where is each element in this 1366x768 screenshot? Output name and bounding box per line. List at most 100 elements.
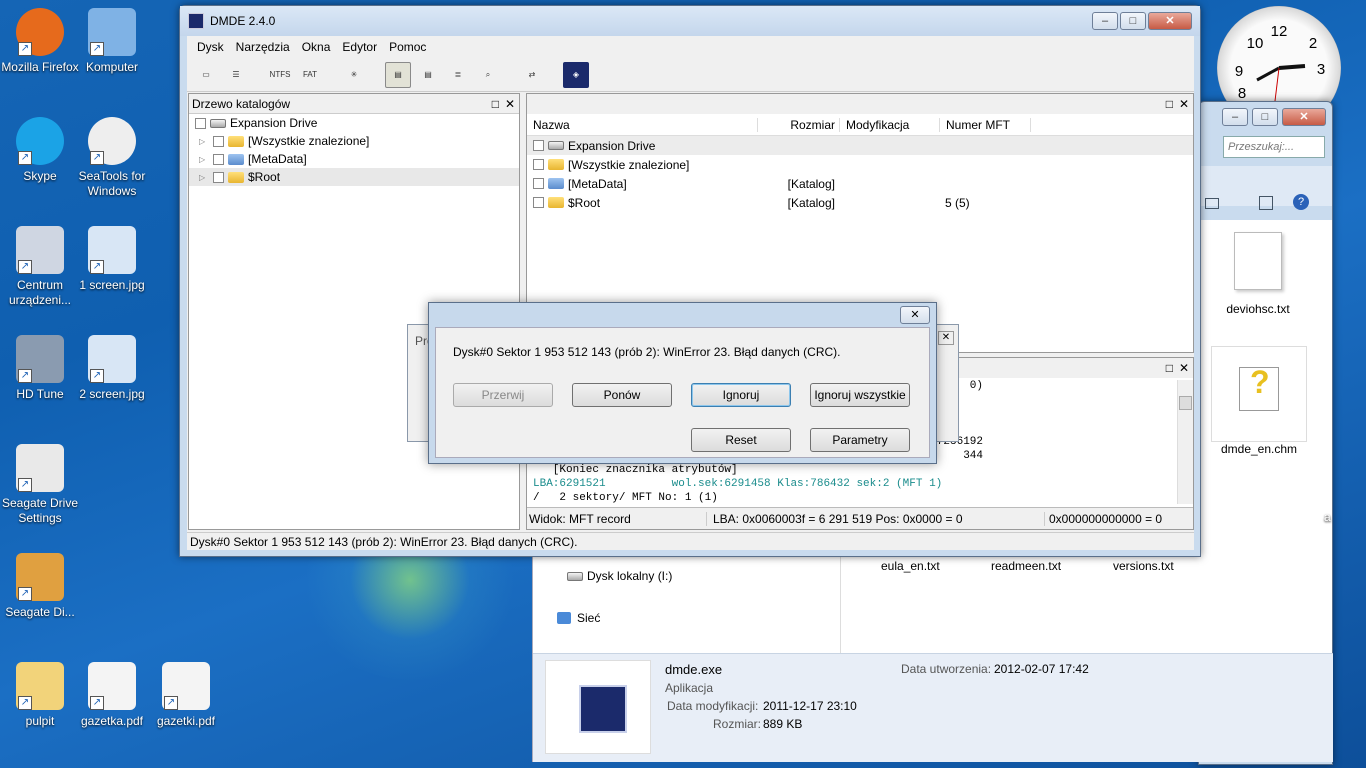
- checkbox[interactable]: [213, 171, 224, 183]
- checkbox[interactable]: [195, 117, 206, 129]
- status-bar: Dysk#0 Sektor 1 953 512 143 (prób 2): Wi…: [187, 532, 1194, 550]
- tree-item[interactable]: Expansion Drive: [189, 114, 519, 132]
- parameters-button[interactable]: Parametry: [810, 428, 910, 452]
- close-icon[interactable]: ✕: [938, 331, 954, 345]
- desktop-icon[interactable]: ↗ Seagate Drive Settings: [0, 444, 80, 526]
- file-item[interactable]: versions.txt: [1113, 559, 1174, 573]
- desktop-icon[interactable]: ↗ SeaTools for Windows: [72, 117, 152, 199]
- maximize-icon[interactable]: □: [1166, 97, 1173, 111]
- hex-scrollbar[interactable]: [1177, 380, 1193, 504]
- tree-item-selected[interactable]: ▷ $Root: [189, 168, 519, 186]
- desktop-icon[interactable]: ↗ HD Tune: [0, 335, 80, 402]
- desktop-icon[interactable]: ↗ Skype: [0, 117, 80, 184]
- folder-icon: [548, 159, 564, 170]
- maximize-button[interactable]: □: [1120, 12, 1146, 30]
- desktop-icon[interactable]: ↗ pulpit: [0, 662, 80, 729]
- shortcut-arrow-icon: ↗: [18, 42, 32, 56]
- search-view-icon[interactable]: ⌕: [475, 62, 501, 88]
- ignore-button[interactable]: Ignoruj: [691, 383, 791, 407]
- menu-editor[interactable]: Edytor: [336, 40, 383, 54]
- checkbox[interactable]: [533, 197, 544, 208]
- details-view-icon[interactable]: ≣: [445, 62, 471, 88]
- reset-button[interactable]: Reset: [691, 428, 791, 452]
- desktop-icon[interactable]: ↗ Mozilla Firefox: [0, 8, 80, 75]
- checkbox[interactable]: [533, 178, 544, 189]
- fat-button[interactable]: FAT: [297, 62, 323, 88]
- list-item[interactable]: [MetaData] [Katalog]: [527, 174, 1193, 193]
- desktop-icon[interactable]: ↗ Komputer: [72, 8, 152, 75]
- desktop-icon[interactable]: ↗ gazetka.pdf: [72, 662, 152, 729]
- desktop-icon[interactable]: ↗ Seagate Di...: [0, 553, 80, 620]
- dmde-window[interactable]: DMDE 2.4.0 – □ ✕ Dysk Narzędzia Okna Edy…: [179, 5, 1201, 557]
- checkbox[interactable]: [213, 135, 224, 147]
- file-item-selected[interactable]: ?: [1211, 346, 1307, 442]
- text-file-icon: [1234, 232, 1282, 290]
- svg-text:3: 3: [1317, 61, 1325, 78]
- list-item[interactable]: Expansion Drive: [527, 136, 1193, 155]
- hex-status-bar: Widok: MFT record LBA: 0x0060003f = 6 29…: [527, 507, 1193, 529]
- svg-text:9: 9: [1235, 63, 1243, 80]
- hex-line: / 2 sektory/ MFT No: 1 (1): [533, 492, 718, 504]
- disk-icon[interactable]: ▭: [193, 62, 219, 88]
- close-button[interactable]: ✕: [1148, 12, 1192, 30]
- close-icon[interactable]: ✕: [1179, 361, 1189, 375]
- list-view-icon[interactable]: ▤: [415, 62, 441, 88]
- minimize-button[interactable]: –: [1092, 12, 1118, 30]
- column-modified[interactable]: Modyfikacja: [839, 117, 939, 132]
- column-mft[interactable]: Numer MFT: [939, 117, 1031, 132]
- help-icon[interactable]: ?: [1293, 194, 1309, 210]
- checkbox[interactable]: [213, 153, 224, 165]
- preview-pane-icon[interactable]: [1259, 196, 1273, 210]
- svg-text:12: 12: [1271, 23, 1288, 40]
- column-size[interactable]: Rozmiar: [757, 117, 839, 132]
- abort-button[interactable]: Przerwij: [453, 383, 553, 407]
- checkbox[interactable]: [533, 159, 544, 170]
- menu-help[interactable]: Pomoc: [383, 40, 432, 54]
- menu-tools[interactable]: Narzędzia: [230, 40, 296, 54]
- tree-item[interactable]: ▷ [Wszystkie znalezione]: [189, 132, 519, 150]
- partitions-icon[interactable]: ☰: [223, 62, 249, 88]
- desktop-icon[interactable]: ↗ Centrum urządzeni...: [0, 226, 80, 308]
- ntfs-button[interactable]: NTFS: [267, 62, 293, 88]
- tree-item[interactable]: ▷ [MetaData]: [189, 150, 519, 168]
- new-volume-icon[interactable]: ✳: [341, 62, 367, 88]
- views-icon[interactable]: [1205, 198, 1219, 209]
- close-icon[interactable]: ✕: [505, 97, 515, 111]
- dmde-logo-button[interactable]: ◈: [563, 61, 589, 88]
- retry-button[interactable]: Ponów: [572, 383, 672, 407]
- folder-icon: [548, 197, 564, 208]
- nav-item-drive-i[interactable]: Dysk lokalny (I:): [567, 569, 672, 583]
- list-item[interactable]: $Root [Katalog] 5 (5): [527, 193, 1193, 212]
- list-item[interactable]: [Wszystkie znalezione]: [527, 155, 1193, 174]
- file-item[interactable]: eula_en.txt: [881, 559, 940, 573]
- error-dialog[interactable]: ✕ Dysk#0 Sektor 1 953 512 143 (prób 2): …: [428, 302, 937, 464]
- maximize-button[interactable]: □: [1252, 108, 1278, 126]
- menu-disk[interactable]: Dysk: [191, 40, 230, 54]
- folder-icon: [228, 171, 244, 183]
- close-icon[interactable]: ✕: [1179, 97, 1189, 111]
- ignore-all-button[interactable]: Ignoruj wszystkie: [810, 383, 910, 407]
- minimize-button[interactable]: –: [1222, 108, 1248, 126]
- firefox-icon: ↗: [16, 8, 64, 56]
- maximize-icon[interactable]: □: [492, 97, 499, 111]
- menu-windows[interactable]: Okna: [296, 40, 337, 54]
- desktop-icon[interactable]: ↗ 2 screen.jpg: [72, 335, 152, 402]
- hdtune-icon: ↗: [16, 335, 64, 383]
- desktop-icon[interactable]: ↗ 1 screen.jpg: [72, 226, 152, 293]
- tree-view-icon[interactable]: ▤: [385, 61, 411, 88]
- file-item[interactable]: deviohsc.txt: [1225, 232, 1291, 316]
- desktop-icon[interactable]: ↗ gazetki.pdf: [146, 662, 226, 729]
- file-item[interactable]: readmeen.txt: [991, 559, 1061, 573]
- column-name[interactable]: Nazwa: [527, 118, 757, 132]
- search-input[interactable]: Przeszukaj:...: [1223, 136, 1325, 158]
- maximize-icon[interactable]: □: [1166, 361, 1173, 375]
- shortcut-arrow-icon: ↗: [18, 260, 32, 274]
- file-list: Expansion Drive [Wszystkie znalezione] [Me…: [527, 136, 1193, 212]
- close-button[interactable]: ✕: [1282, 108, 1326, 126]
- recover-icon[interactable]: ⇄: [519, 62, 545, 88]
- nav-item-network[interactable]: Sieć: [557, 611, 600, 625]
- menu-bar: Dysk Narzędzia Okna Edytor Pomoc: [187, 36, 1194, 58]
- shortcut-arrow-icon: ↗: [90, 151, 104, 165]
- close-button[interactable]: ✕: [900, 306, 930, 324]
- checkbox[interactable]: [533, 140, 544, 151]
